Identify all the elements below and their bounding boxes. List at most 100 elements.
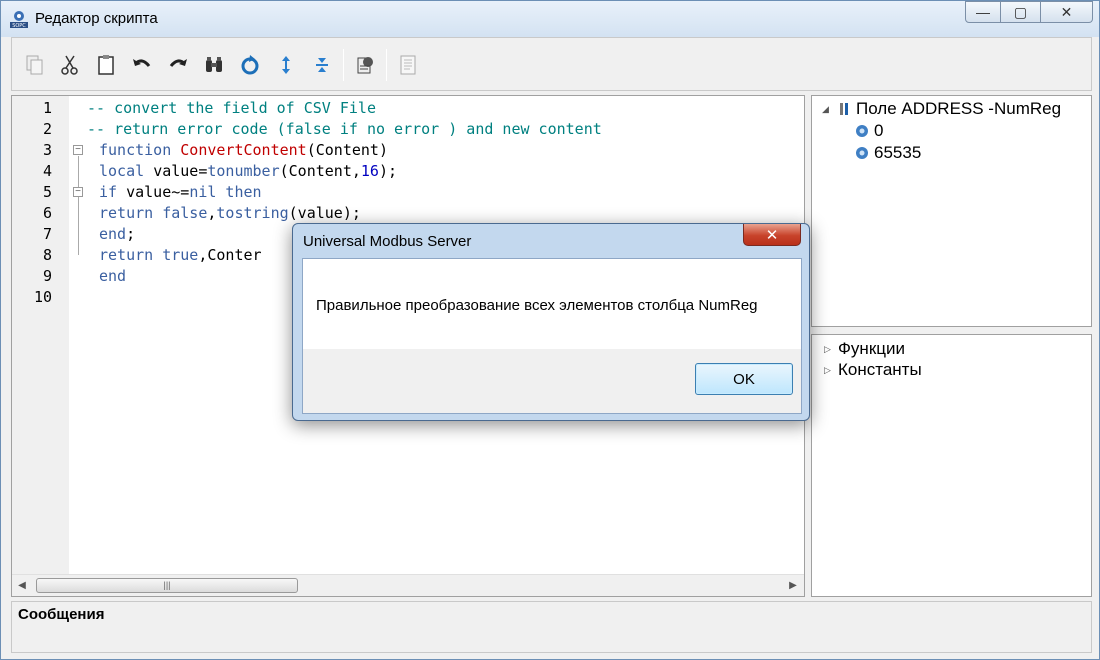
code-token: ConvertContent: [180, 141, 307, 159]
code-token: end: [99, 267, 127, 285]
dialog-message: Правильное преобразование всех элементов…: [316, 297, 758, 314]
scroll-left-arrow-icon[interactable]: ◀: [15, 579, 29, 593]
redo-icon: [169, 59, 187, 67]
copy-button[interactable]: [16, 50, 52, 80]
title-bar: SOPC Редактор скрипта — ▢ ✕: [1, 1, 1099, 37]
code-token: value=: [153, 162, 208, 180]
field-icon: [840, 103, 848, 115]
find-button[interactable]: [196, 50, 232, 80]
undo-button[interactable]: [124, 50, 160, 80]
toolbar-separator: [343, 49, 344, 81]
code-token: return false: [99, 204, 208, 222]
tree-child-node[interactable]: 65535: [854, 143, 921, 163]
library-item-functions[interactable]: ▷ Функции: [824, 339, 905, 359]
find-icon: [206, 57, 222, 72]
messages-label: Сообщения: [18, 606, 105, 623]
code-token: return true: [99, 246, 199, 264]
refresh-button[interactable]: [232, 50, 268, 80]
code-token: -- return error code (false if no error …: [87, 120, 602, 138]
line-number: 4: [42, 162, 52, 180]
line-number: 3: [42, 141, 52, 159]
value-gear-icon: [856, 125, 868, 137]
code-token: (Content,: [279, 162, 361, 180]
code-token: function: [99, 141, 181, 159]
library-item-label: Константы: [838, 360, 922, 379]
paste-icon: [98, 55, 114, 75]
code-token: ;: [126, 225, 136, 243]
close-window-button[interactable]: ✕: [1041, 1, 1093, 23]
document-button[interactable]: [390, 50, 426, 80]
code-token: end: [99, 225, 127, 243]
code-token: );: [378, 162, 398, 180]
code-token: -- convert the field of CSV File: [87, 99, 376, 117]
scrollbar-thumb[interactable]: |||: [36, 578, 298, 593]
code-line[interactable]: if value~=nil then: [69, 182, 804, 203]
code-token: ,Conter: [198, 246, 262, 264]
dialog-message-area: Правильное преобразование всех элементов…: [303, 259, 801, 349]
code-line[interactable]: return false,tostring(value);: [69, 203, 804, 224]
paste-button[interactable]: [88, 50, 124, 80]
code-token: (Content): [306, 141, 388, 159]
code-token: tostring: [216, 204, 289, 222]
tree-root-node[interactable]: ◢ Поле ADDRESS -NumReg: [822, 99, 1061, 119]
message-dialog: Universal Modbus Server ✕ Правильное пре…: [292, 223, 810, 421]
window-title: Редактор скрипта: [35, 10, 158, 27]
refresh-icon: [241, 55, 259, 75]
line-number: 8: [42, 246, 52, 264]
tree-child-label: 65535: [874, 143, 922, 162]
scroll-right-arrow-icon[interactable]: ▶: [786, 579, 800, 593]
library-panel: ▷ Функции ▷ Константы: [811, 334, 1092, 597]
app-icon: SOPC: [10, 11, 28, 29]
line-number: 7: [42, 225, 52, 243]
line-number: 9: [42, 267, 52, 285]
cut-button[interactable]: [52, 50, 88, 80]
line-number-gutter: 1 2 3 4 5 6 7 8 9 10: [12, 96, 69, 574]
expand-button[interactable]: [268, 50, 304, 80]
code-token: 16: [360, 162, 379, 180]
cut-icon: [61, 55, 78, 75]
dialog-close-button[interactable]: ✕: [743, 224, 801, 246]
collapse-button[interactable]: [304, 50, 340, 80]
copy-icon: [26, 55, 43, 75]
collapsed-arrow-icon[interactable]: ▷: [824, 365, 834, 376]
line-number: 1: [42, 99, 52, 117]
toolbar-separator: [386, 49, 387, 81]
run-script-icon: [357, 57, 373, 74]
run-script-button[interactable]: [347, 50, 383, 80]
code-line[interactable]: function ConvertContent(Content): [69, 140, 804, 161]
maximize-button[interactable]: ▢: [1001, 1, 1041, 23]
code-token: nil then: [189, 183, 262, 201]
line-number: 6: [42, 204, 52, 222]
horizontal-scrollbar[interactable]: ◀ ||| ▶: [12, 574, 804, 596]
messages-panel: Сообщения: [11, 601, 1092, 653]
document-icon: [400, 55, 416, 75]
collapsed-arrow-icon[interactable]: ▷: [824, 344, 834, 355]
line-number: 2: [42, 120, 52, 138]
field-tree-panel: ◢ Поле ADDRESS -NumReg 0 65535: [811, 95, 1092, 327]
ok-button[interactable]: OK: [695, 363, 793, 395]
code-line[interactable]: -- return error code (false if no error …: [69, 119, 804, 140]
dialog-body: Правильное преобразование всех элементов…: [302, 258, 802, 414]
line-number: 5: [42, 183, 52, 201]
line-number: 10: [33, 288, 52, 306]
code-line[interactable]: -- convert the field of CSV File: [69, 98, 804, 119]
code-token: value~=: [126, 183, 190, 201]
expand-icon: [282, 56, 290, 74]
script-editor-window: SOPC Редактор скрипта — ▢ ✕ 1 2 3 4 5 6 …: [0, 0, 1100, 660]
dialog-title: Universal Modbus Server: [303, 233, 472, 250]
minimize-button[interactable]: —: [965, 1, 1001, 23]
collapse-icon: [316, 58, 328, 72]
library-item-constants[interactable]: ▷ Константы: [824, 360, 922, 380]
code-token: (value);: [288, 204, 361, 222]
code-token: tonumber: [207, 162, 280, 180]
code-line[interactable]: local value=tonumber(Content,16);: [69, 161, 804, 182]
tree-child-label: 0: [874, 121, 884, 140]
code-token: local: [99, 162, 154, 180]
tree-child-node[interactable]: 0: [854, 121, 883, 141]
library-item-label: Функции: [838, 339, 905, 358]
toolbar: [16, 48, 426, 82]
code-token: if: [99, 183, 127, 201]
expanded-arrow-icon[interactable]: ◢: [822, 104, 832, 115]
svg-text:SOPC: SOPC: [12, 23, 26, 29]
redo-button[interactable]: [160, 50, 196, 80]
